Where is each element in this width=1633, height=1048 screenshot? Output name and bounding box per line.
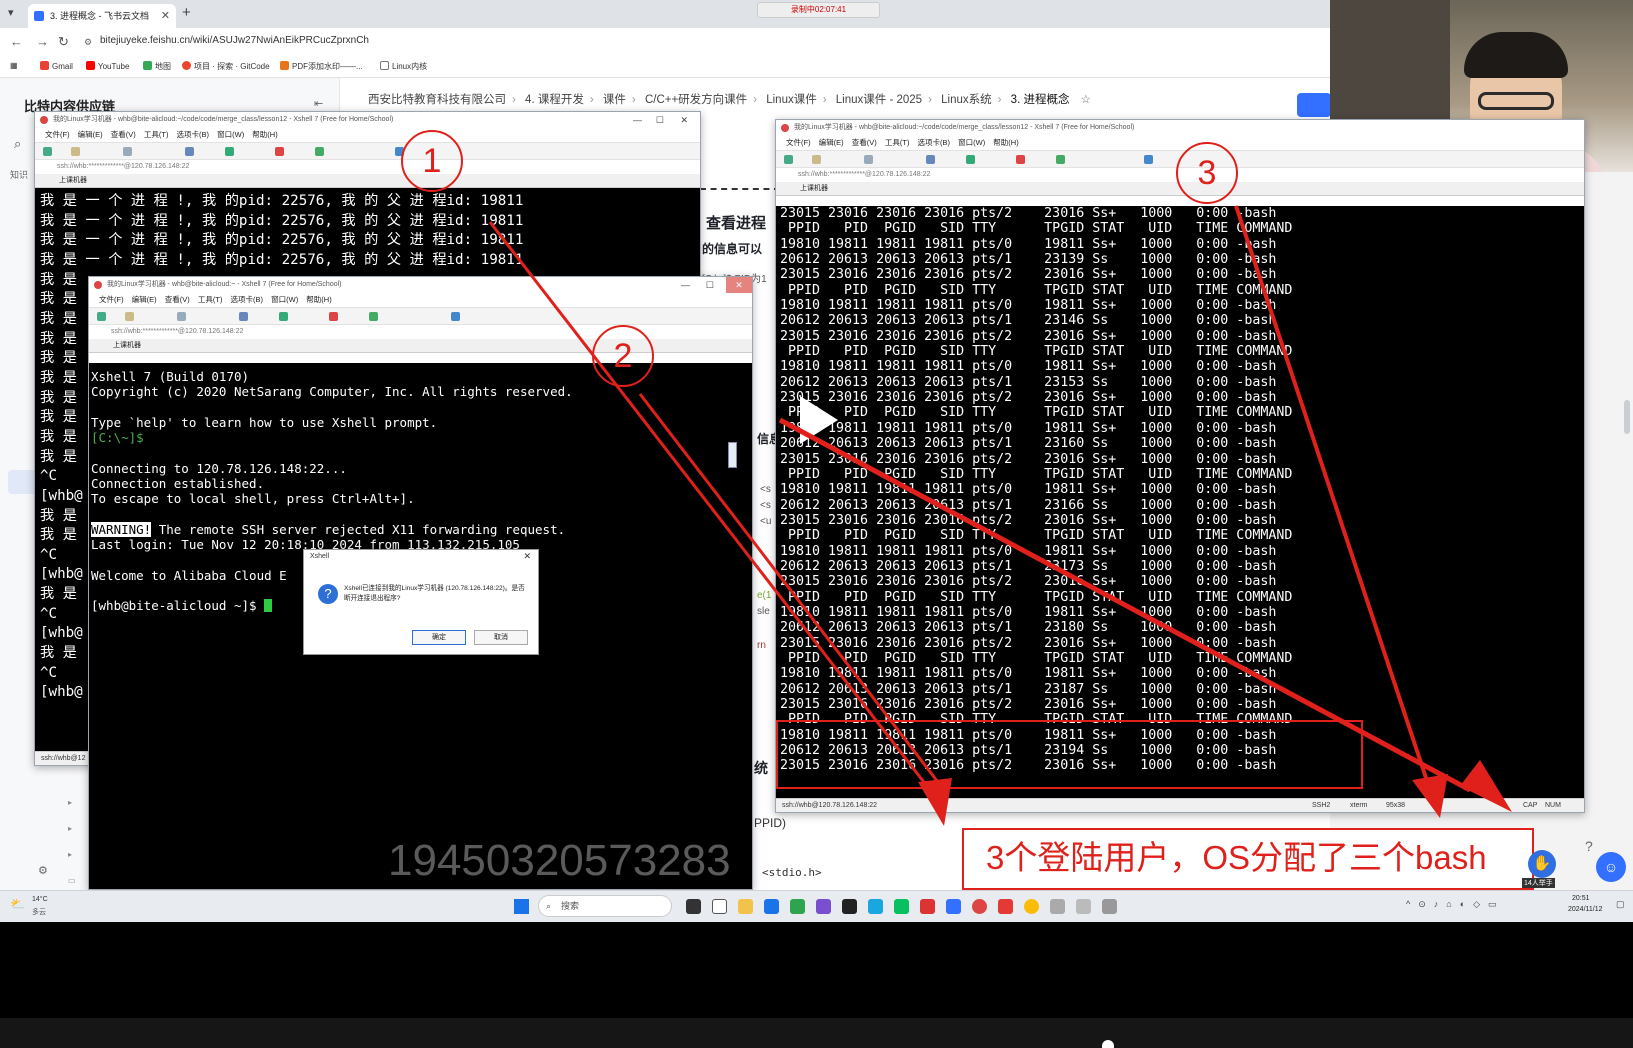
search-placeholder: 搜索 (561, 901, 580, 911)
taskbar-search-box[interactable]: ⌕ 搜索 (538, 895, 672, 917)
store-icon[interactable] (764, 899, 779, 914)
annotation-circle-3: 3 (1176, 142, 1238, 204)
progress-knob[interactable] (1102, 1040, 1114, 1048)
app-icon[interactable] (1050, 899, 1065, 914)
clock-date[interactable]: 2024/11/12 (1568, 906, 1603, 913)
weather-desc: 多云 (32, 909, 46, 916)
app-icon[interactable] (1076, 899, 1091, 914)
raise-hand-count: 14人举手 (1522, 878, 1555, 888)
arrowhead (1412, 774, 1448, 818)
clock-time[interactable]: 20:51 (1572, 895, 1590, 902)
feishu-icon[interactable] (946, 899, 961, 914)
annotation-circle-1: 1 (401, 130, 463, 192)
annotation-circle-2: 2 (592, 325, 654, 387)
arrow-line-1 (488, 221, 932, 791)
arrowhead (1460, 760, 1512, 812)
xshell-icon[interactable] (972, 899, 987, 914)
visual-studio-icon[interactable] (816, 899, 831, 914)
wechat-icon[interactable] (894, 899, 909, 914)
search-icon: ⌕ (546, 901, 552, 911)
terminal-icon[interactable] (842, 899, 857, 914)
edge-icon[interactable] (868, 899, 883, 914)
app-icon[interactable] (920, 899, 935, 914)
recorder-icon[interactable] (998, 899, 1013, 914)
highlight-box (776, 720, 1363, 789)
weather-icon[interactable]: ⛅ (10, 897, 25, 911)
windows-taskbar: ⛅ 14°C 多云 ⌕ 搜索 ^⊙♪⌂◐◇▭ 20:51 2024/11/12 … (0, 890, 1633, 922)
typora-icon[interactable] (712, 899, 727, 914)
system-tray-icons[interactable]: ^⊙♪⌂◐◇▭ (1406, 899, 1505, 910)
task-view-icon[interactable] (686, 899, 701, 914)
chrome-icon[interactable] (1024, 899, 1039, 914)
video-controls-bar (0, 1018, 1633, 1048)
video-watermark: 19450320573283 (388, 836, 731, 885)
app-icon[interactable] (1102, 899, 1117, 914)
weather-temp: 14°C (32, 896, 48, 903)
app-icon[interactable] (790, 899, 805, 914)
arrow-line-3 (1234, 205, 1432, 791)
start-icon[interactable] (514, 899, 529, 914)
annotation-callout: 3个登陆用户，OS分配了三个bash (962, 828, 1534, 890)
notification-icon[interactable]: ▢ (1616, 899, 1625, 910)
file-explorer-icon[interactable] (738, 899, 753, 914)
raise-hand-icon[interactable]: ✋ (1528, 850, 1556, 878)
